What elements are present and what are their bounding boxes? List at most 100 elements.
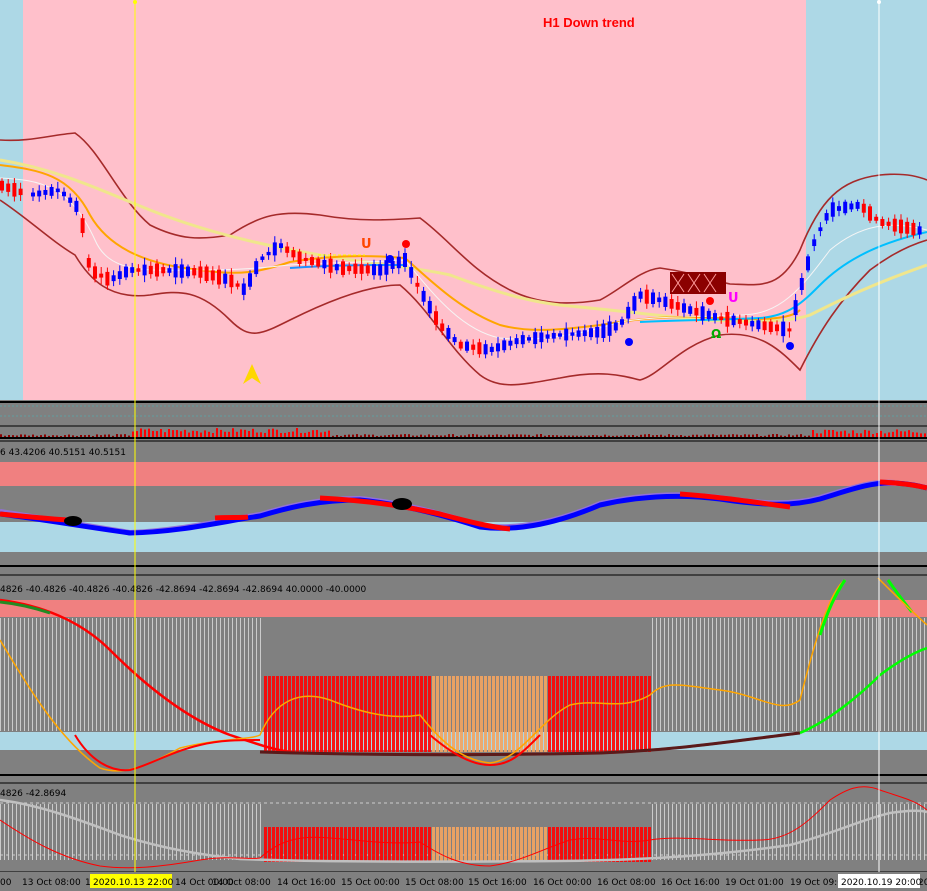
panel-1-bar — [400, 434, 402, 437]
panel-3-bar — [348, 676, 351, 752]
panel-3-bar — [644, 676, 647, 752]
signal-dot-blue-1 — [386, 255, 394, 263]
panel-1-bar — [412, 435, 414, 437]
panel-4-bar — [520, 827, 523, 862]
panel-4-bar — [288, 827, 291, 862]
panel-4-bar — [20, 804, 21, 860]
uptrend-zone-left — [0, 0, 23, 400]
panel-4-bar — [212, 804, 213, 860]
cursor-1-handle[interactable] — [133, 0, 137, 4]
panel-3-bar — [356, 676, 359, 752]
panel-1-bar — [188, 432, 190, 437]
candle-body — [465, 341, 469, 351]
panel-3-bar — [884, 618, 885, 731]
panel-4-bar — [880, 804, 881, 860]
panel-3-bar — [468, 676, 471, 752]
panel-1-bar — [644, 434, 646, 437]
panel-4-bar — [232, 804, 233, 860]
panel-4-bar — [844, 804, 845, 860]
panel-4-bar — [756, 804, 757, 860]
panel-3-bar — [828, 618, 829, 731]
candle-body — [762, 321, 767, 331]
candle-body — [508, 340, 513, 346]
candle-body — [378, 264, 383, 276]
panel-3-bar — [824, 618, 825, 731]
panel-4-bar — [124, 804, 125, 860]
signal-dot-red-1 — [402, 240, 410, 248]
cursor-2-handle[interactable] — [877, 0, 881, 4]
panel-3-bar — [292, 676, 295, 752]
panel-1-bar — [12, 435, 14, 437]
panel-4-bar — [848, 804, 849, 860]
candle-body — [31, 192, 35, 197]
panel-1-bar — [512, 434, 514, 437]
candle-body — [303, 257, 308, 261]
candle-body — [310, 257, 314, 265]
candle-body — [179, 264, 184, 278]
time-axis-label: 16 Oct 16:00 — [661, 878, 720, 888]
panel-3-bar — [236, 618, 237, 731]
panel-1-bar — [288, 432, 290, 437]
panel-1-bar — [196, 431, 198, 437]
candle-body — [254, 261, 259, 275]
panel-3-bar — [580, 676, 583, 752]
candle-body — [682, 303, 686, 313]
panel-1-bar — [156, 431, 158, 437]
candle-body — [830, 202, 835, 217]
panel-4-bar — [308, 827, 311, 862]
panel-1-bar — [284, 432, 286, 437]
panel-3-bar — [736, 618, 737, 731]
panel-3-bar — [148, 618, 149, 731]
panel-1-bar — [228, 431, 230, 437]
panel-3-bar — [712, 618, 713, 731]
panel-3-bar — [420, 676, 423, 752]
panel-1-bar — [392, 434, 394, 437]
panel-3-bar — [664, 618, 665, 731]
panel-4-bar — [168, 804, 169, 860]
signal-dot-blue-3 — [786, 342, 794, 350]
panel-3-bar — [908, 618, 909, 731]
panel-1-bar — [456, 435, 458, 437]
panel-1-bar — [740, 435, 742, 437]
panel-3-bar — [336, 676, 339, 752]
panel-1-bar — [656, 434, 658, 437]
panel-4-bar — [680, 804, 681, 860]
panel-3-bar — [288, 676, 291, 752]
candle-body — [812, 239, 817, 247]
panel-3-bar — [748, 618, 749, 731]
time-axis-label: 00 — [0, 878, 12, 888]
panel-3-bar — [256, 618, 257, 731]
panel-1-bar — [0, 434, 2, 437]
panel-1-bar — [132, 431, 134, 437]
panel-1-bar — [748, 434, 750, 437]
chart-canvas[interactable]: Ս Ս Ω H1 Down trend 6 43.4206 40.5151 40… — [0, 0, 927, 891]
panel-1-bar — [700, 435, 702, 437]
panel-1-bar — [208, 431, 210, 437]
panel-4-bar — [508, 827, 511, 862]
panel-4-bar — [128, 804, 129, 860]
panel-4-bar — [164, 804, 165, 860]
candle-body — [837, 206, 841, 211]
panel-1-bar — [332, 435, 334, 437]
panel-1-bar — [852, 430, 854, 437]
panel-3-bar — [80, 618, 81, 731]
candle-body — [173, 264, 178, 278]
panel-1-bar — [476, 434, 478, 437]
panel-1-bar — [464, 435, 466, 437]
panel-3-bar — [452, 676, 455, 752]
panel-1-bar — [548, 435, 550, 437]
panel-4-bar — [220, 804, 221, 860]
time-axis-label: 19 Oct 01:00 — [725, 878, 784, 888]
panel-1-bar — [628, 435, 630, 437]
panel-4-bar — [204, 804, 205, 860]
panel-2-bottom-zone — [0, 522, 927, 552]
panel-3-bar — [576, 676, 579, 752]
panel-4-bar — [640, 827, 643, 862]
panel-4-bar — [476, 827, 479, 862]
panel-1-bar — [120, 434, 122, 437]
trading-chart[interactable]: Ս Ս Ω H1 Down trend 6 43.4206 40.5151 40… — [0, 0, 927, 891]
panel-1-bar — [716, 435, 718, 437]
panel-1-bar — [640, 434, 642, 437]
panel-1-bar — [268, 429, 270, 437]
panel-1-bar — [220, 429, 222, 437]
